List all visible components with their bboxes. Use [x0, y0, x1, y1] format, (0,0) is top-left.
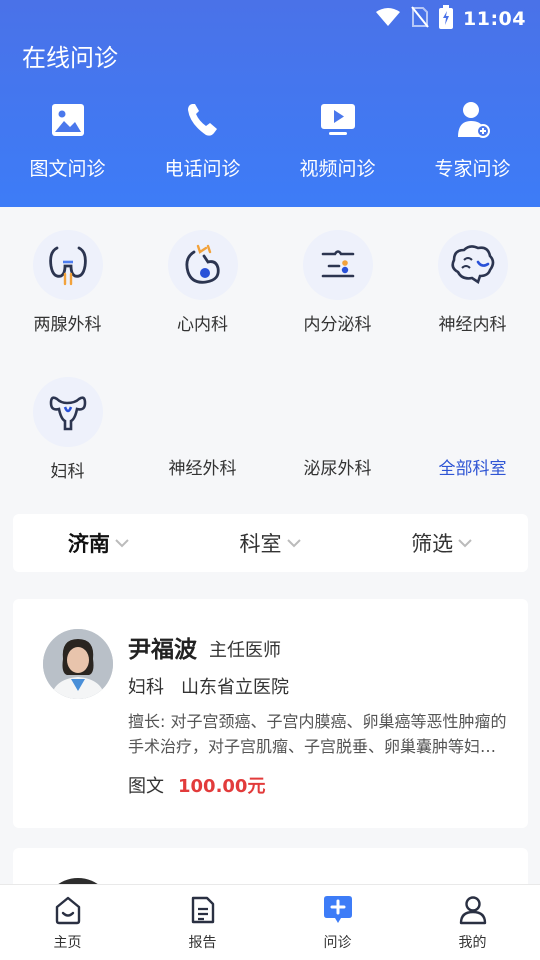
tab-label: 主页 — [53, 935, 82, 951]
dept-gynecology[interactable]: 妇科 — [0, 377, 135, 482]
dept-endocrinology[interactable]: 内分泌科 — [270, 230, 405, 335]
tab-home[interactable]: 主页 — [0, 885, 135, 960]
doctor-name: 尹福波 — [128, 637, 197, 663]
dept-label: 心内科 — [177, 315, 228, 335]
filter-more[interactable]: 筛选 — [356, 514, 528, 572]
tab-label: 我的 — [458, 935, 487, 951]
tab-consult[interactable]: 问诊 — [270, 885, 405, 960]
bottom-tab-bar: 主页 报告 问诊 我的 — [0, 884, 540, 960]
endocrine-icon — [302, 230, 373, 300]
dept-label: 神经内科 — [438, 315, 507, 335]
dept-neurosurgery[interactable]: 神经外科 — [135, 454, 270, 479]
expert-icon — [453, 100, 493, 140]
filter-label: 筛选 — [411, 532, 454, 556]
filter-department[interactable]: 科室 — [185, 514, 357, 572]
dept-neurology[interactable]: 神经内科 — [405, 230, 540, 335]
wifi-icon — [375, 7, 401, 31]
image-icon — [48, 100, 88, 140]
doctor-card[interactable]: 尹福波 主任医师 妇科 山东省立医院 擅长: 对子宫颈癌、子宫内膜癌、卵巢癌等恶… — [13, 599, 528, 828]
uterus-icon — [32, 377, 103, 447]
dept-urology[interactable]: 泌尿外科 — [270, 454, 405, 479]
page-title: 在线问诊 — [22, 44, 118, 72]
department-grid: 两腺外科 心内科 内分泌科 神经内科 妇科 神经外科 泌尿外科 全部科室 — [0, 207, 540, 497]
tab-report[interactable]: 报告 — [135, 885, 270, 960]
consult-icon — [322, 895, 354, 929]
tab-profile[interactable]: 我的 — [405, 885, 540, 960]
doctor-specialty: 擅长: 对子宫颈癌、子宫内膜癌、卵巢癌等恶性肿瘤的手术治疗，对子宫肌瘤、子宫脱垂… — [128, 712, 507, 756]
dept-label: 妇科 — [50, 462, 85, 482]
home-icon — [53, 895, 83, 929]
profile-icon — [458, 895, 488, 929]
consult-type-phone[interactable]: 电话问诊 — [135, 100, 270, 181]
report-icon — [188, 895, 218, 929]
heart-icon — [167, 230, 238, 300]
dept-cardiology[interactable]: 心内科 — [135, 230, 270, 335]
filter-bar: 济南 科室 筛选 — [13, 514, 528, 572]
battery-icon — [439, 5, 454, 33]
consult-price: 100.00元 — [178, 776, 266, 797]
dept-label: 内分泌科 — [303, 315, 372, 335]
status-time: 11:04 — [463, 8, 526, 30]
thyroid-icon — [32, 230, 103, 300]
doctor-hospital: 山东省立医院 — [181, 677, 289, 698]
status-bar: 11:04 — [375, 5, 526, 33]
dept-label: 泌尿外科 — [303, 459, 372, 479]
consult-type-label: 图文问诊 — [29, 158, 106, 180]
doctor-department: 妇科 — [128, 677, 164, 698]
dept-all[interactable]: 全部科室 — [405, 454, 540, 479]
chevron-down-icon — [114, 538, 130, 548]
consult-type-label: 专家问诊 — [434, 158, 511, 180]
consult-type-image[interactable]: 图文问诊 — [0, 100, 135, 181]
dept-label: 神经外科 — [168, 459, 237, 479]
consult-type-label: 视频问诊 — [299, 158, 376, 180]
filter-label: 科室 — [239, 532, 282, 556]
header: 11:04 在线问诊 图文问诊 电话问诊 视频问诊 专家问诊 — [0, 0, 540, 207]
dept-thyroid-surgery[interactable]: 两腺外科 — [0, 230, 135, 335]
brain-icon — [437, 230, 508, 300]
consult-type-row: 图文问诊 电话问诊 视频问诊 专家问诊 — [0, 100, 540, 181]
phone-icon — [183, 100, 223, 140]
filter-city[interactable]: 济南 — [13, 514, 185, 572]
doctor-title: 主任医师 — [209, 640, 281, 661]
chevron-down-icon — [457, 538, 473, 548]
consult-type-video[interactable]: 视频问诊 — [270, 100, 405, 181]
filter-label: 济南 — [67, 532, 110, 556]
consult-type-label: 电话问诊 — [164, 158, 241, 180]
consult-type: 图文 — [128, 776, 164, 797]
consult-type-expert[interactable]: 专家问诊 — [405, 100, 540, 181]
dept-label: 两腺外科 — [33, 315, 102, 335]
dept-all-label: 全部科室 — [438, 459, 507, 479]
tab-label: 报告 — [188, 935, 217, 951]
doctor-avatar — [43, 629, 113, 699]
chevron-down-icon — [286, 538, 302, 548]
tab-label: 问诊 — [323, 935, 352, 951]
video-icon — [318, 100, 358, 140]
no-sim-icon — [411, 6, 429, 32]
